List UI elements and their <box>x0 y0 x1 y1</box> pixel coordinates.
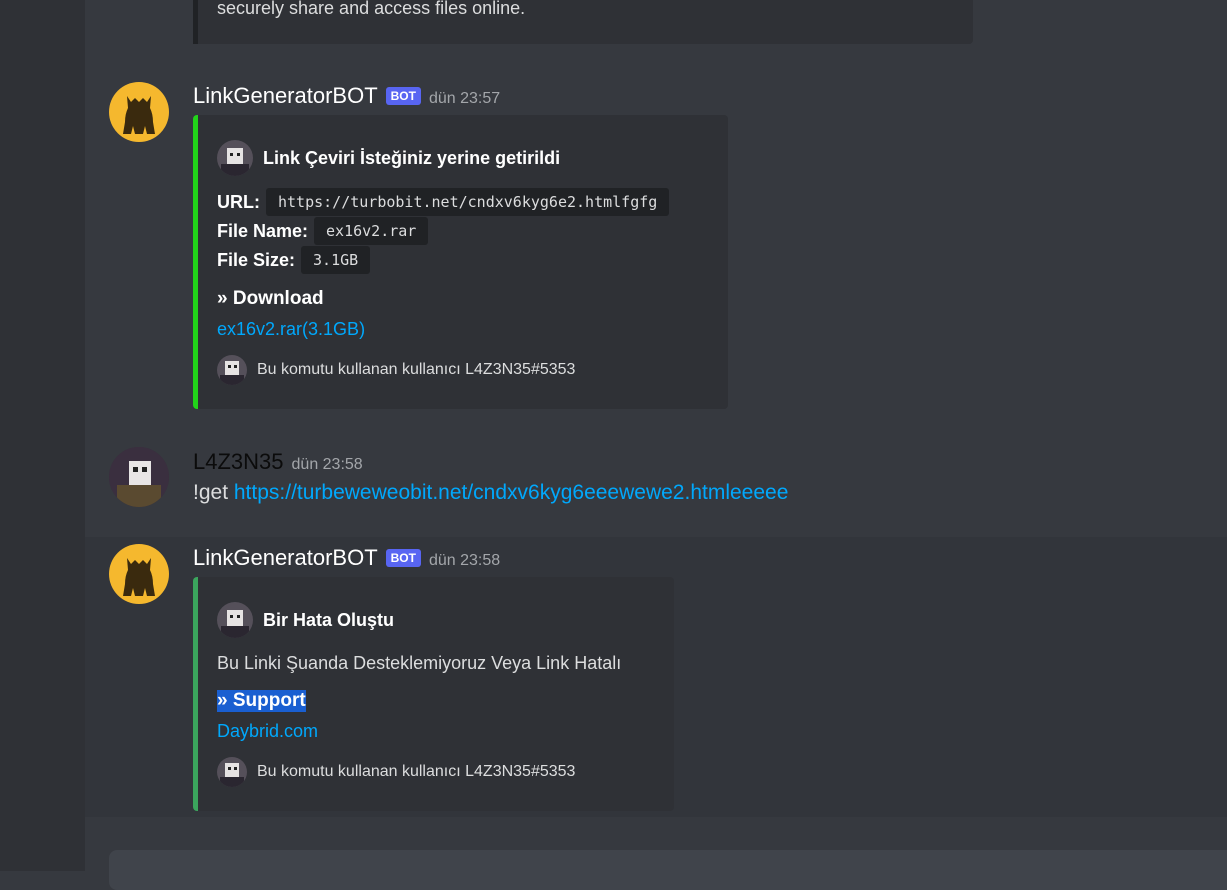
timestamp[interactable]: dün 23:58 <box>429 552 500 570</box>
embed-author: Link Çeviri İsteğiniz yerine getirildi <box>217 140 560 176</box>
timestamp[interactable]: dün 23:58 <box>292 456 363 474</box>
user-avatar[interactable] <box>109 447 169 507</box>
bot-avatar[interactable] <box>109 82 169 142</box>
message-header: LinkGeneratorBOT BOT dün 23:57 <box>193 83 500 109</box>
message-content: !get https://turbeweweobit.net/cndxv6kyg… <box>193 481 788 505</box>
embed-description: Bu Linki Şuanda Desteklemiyoruz Veya Lin… <box>217 653 622 673</box>
message-composer[interactable] <box>109 850 1227 890</box>
robot-silhouette-icon <box>123 96 155 134</box>
embed-footer: Bu komutu kullanan kullanıcı L4Z3N35#535… <box>217 355 575 385</box>
field-file-name: File Name: ex16v2.rar <box>217 217 429 245</box>
field-url: URL: https://turbobit.net/cndxv6kyg6e2.h… <box>217 188 670 216</box>
timestamp[interactable]: dün 23:57 <box>429 90 500 108</box>
footer-text: Bu komutu kullanan kullanıcı L4Z3N35#535… <box>257 763 576 780</box>
message-bot-2: LinkGeneratorBOT BOT dün 23:58 Bir Hata … <box>85 537 1227 817</box>
download-link[interactable]: ex16v2.rar(3.1GB) <box>217 319 365 340</box>
previous-embed-text: securely share and access files online. <box>217 0 526 18</box>
bot-avatar[interactable] <box>109 544 169 604</box>
field-value-code: ex16v2.rar <box>314 217 429 245</box>
message-header: LinkGeneratorBOT BOT dün 23:58 <box>193 545 500 571</box>
field-name: File Name: <box>217 220 309 241</box>
chat-area: securely share and access files online. … <box>85 0 1227 890</box>
username[interactable]: LinkGeneratorBOT <box>193 83 378 109</box>
download-heading: » Download <box>217 288 324 309</box>
embed-author: Bir Hata Oluştu <box>217 602 394 638</box>
bot-tag: BOT <box>385 87 421 105</box>
field-value-code: 3.1GB <box>301 246 371 274</box>
field-value-code: https://turbobit.net/cndxv6kyg6e2.htmlfg… <box>266 188 670 216</box>
field-name: URL: <box>217 191 260 212</box>
support-link[interactable]: Daybrid.com <box>217 721 318 742</box>
embed-color-bar <box>193 115 198 409</box>
embed-title: Link Çeviri İsteğiniz yerine getirildi <box>263 147 561 168</box>
field-name: File Size: <box>217 249 296 270</box>
author-icon <box>217 602 253 638</box>
support-heading: » Support <box>217 690 306 712</box>
username[interactable]: L4Z3N35 <box>193 449 284 475</box>
username[interactable]: LinkGeneratorBOT <box>193 545 378 571</box>
embed-footer: Bu komutu kullanan kullanıcı L4Z3N35#535… <box>217 757 575 787</box>
embed-error: Bir Hata Oluştu Bu Linki Şuanda Destekle… <box>193 577 674 811</box>
footer-avatar-icon <box>217 355 247 385</box>
previous-embed: securely share and access files online. <box>193 0 973 44</box>
footer-text: Bu komutu kullanan kullanıcı L4Z3N35#535… <box>257 361 576 378</box>
embed-color-bar <box>193 577 198 811</box>
embed-title: Bir Hata Oluştu <box>263 609 395 630</box>
bot-tag: BOT <box>385 549 421 567</box>
field-file-size: File Size: 3.1GB <box>217 246 371 274</box>
message-link[interactable]: https://turbeweweobit.net/cndxv6kyg6eeew… <box>234 481 789 504</box>
author-icon <box>217 140 253 176</box>
left-rail <box>0 0 85 871</box>
command-text: !get <box>193 481 234 504</box>
embed-success: Link Çeviri İsteğiniz yerine getirildi U… <box>193 115 728 409</box>
message-header: L4Z3N35 dün 23:58 <box>193 449 363 475</box>
masked-figure-icon <box>109 447 169 507</box>
footer-avatar-icon <box>217 757 247 787</box>
robot-silhouette-icon <box>123 558 155 596</box>
